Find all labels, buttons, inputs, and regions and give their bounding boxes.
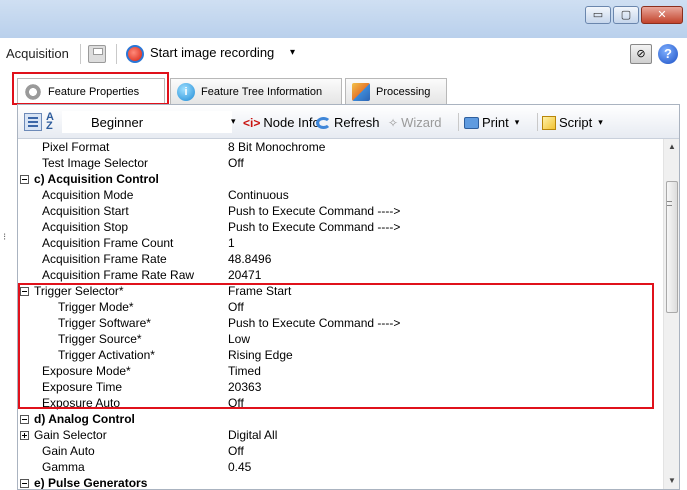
property-row[interactable]: Acquisition Mode Continuous [18,187,663,203]
highlight-box [18,283,654,409]
camera-settings-icon[interactable]: ⊘ [630,44,652,64]
category-row[interactable]: d) Analog Control [18,411,663,427]
refresh-button[interactable]: Refresh [316,115,380,130]
print-label: Print [482,115,509,130]
save-icon[interactable] [88,45,106,63]
expand-icon[interactable] [20,431,29,440]
highlight-box [12,72,169,105]
left-edge [0,70,5,490]
vertical-scrollbar[interactable]: ▲ ▼ [663,139,679,489]
property-value[interactable]: Push to Execute Command ----> [227,203,663,219]
script-button[interactable]: Script ▾ [542,115,603,130]
wizard-icon: ✧ [388,115,399,130]
toolbar-separator [537,113,538,131]
property-name: Test Image Selector [42,156,149,170]
property-name: Gain Selector [34,428,107,442]
print-button[interactable]: Print ▾ [464,115,519,130]
property-row[interactable]: Acquisition Frame Count 1 [18,235,663,251]
category-label: c) Acquisition Control [34,172,159,186]
category-label: e) Pulse Generators [34,476,148,489]
property-row[interactable]: Test Image Selector Off [18,155,663,171]
toolbar-separator [116,44,117,64]
info-icon: i [177,82,195,101]
property-row[interactable]: Acquisition Stop Push to Execute Command … [18,219,663,235]
property-value[interactable]: 48.8496 [227,251,663,267]
property-value[interactable]: Push to Execute Command ----> [227,219,663,235]
categorized-view-icon[interactable] [24,113,42,131]
chevron-down-icon[interactable]: ▾ [231,116,236,127]
maximize-button[interactable]: ▢ [613,6,639,24]
sort-alphabetical-icon[interactable]: A Z [46,112,54,132]
property-name: Acquisition Frame Rate Raw [42,268,195,282]
node-info-label: Node Info [263,115,320,130]
tab-processing[interactable]: Processing [345,78,447,104]
node-info-icon: <i> [243,115,261,130]
visibility-level-select[interactable]: Beginner [62,111,232,133]
property-value[interactable]: Continuous [227,187,663,203]
property-name: Gain Auto [42,444,95,458]
record-icon[interactable] [126,45,144,63]
wizard-label: Wizard [401,115,442,130]
acquisition-menu[interactable]: Acquisition [6,46,69,61]
refresh-icon [316,116,331,129]
start-recording-button[interactable]: Start image recording [150,45,274,60]
main-toolbar: Acquisition Start image recording ▾ ⊘ ? [0,38,687,70]
collapse-icon[interactable] [20,175,29,184]
window-titlebar: ▭ ▢ ✕ [0,0,687,38]
chevron-down-icon[interactable]: ▾ [598,117,603,128]
property-name: Acquisition Start [42,204,129,218]
property-value[interactable]: Digital All [227,427,663,443]
wizard-button: ✧ Wizard [388,115,442,130]
tab-label: Processing [376,85,431,98]
category-row[interactable]: e) Pulse Generators [18,475,663,489]
property-row[interactable]: Acquisition Frame Rate 48.8496 [18,251,663,267]
property-name: Pixel Format [42,140,110,154]
property-name: Acquisition Mode [42,188,134,202]
property-row[interactable]: Acquisition Frame Rate Raw 20471 [18,267,663,283]
scroll-up-icon[interactable]: ▲ [664,139,680,155]
tab-feature-tree-information[interactable]: i Feature Tree Information [170,78,342,104]
refresh-label: Refresh [334,115,380,130]
category-row[interactable]: c) Acquisition Control [18,171,663,187]
property-value[interactable]: 8 Bit Monochrome [227,139,663,155]
help-icon[interactable]: ? [658,44,678,64]
collapse-icon[interactable] [20,479,29,488]
property-row[interactable]: Gain Selector Digital All [18,427,663,443]
property-name: Acquisition Frame Rate [42,252,167,266]
category-label: d) Analog Control [34,412,135,426]
property-row[interactable]: Pixel Format 8 Bit Monochrome [18,139,663,155]
chevron-down-icon[interactable]: ▾ [515,117,520,128]
property-name: Acquisition Frame Count [42,236,174,250]
property-value[interactable]: Off [227,155,663,171]
chevron-down-icon[interactable]: ▾ [290,47,295,58]
toolbar-separator [458,113,459,131]
scroll-down-icon[interactable]: ▼ [664,473,680,489]
property-row[interactable]: Gamma 0.45 [18,459,663,475]
print-icon [464,116,479,129]
property-name: Gamma [42,460,85,474]
close-button[interactable]: ✕ [641,6,683,24]
script-label: Script [559,115,593,130]
toolbar-separator [80,44,81,64]
tab-label: Feature Tree Information [201,85,323,98]
property-value[interactable]: 1 [227,235,663,251]
property-value[interactable]: Off [227,443,663,459]
property-row[interactable]: Gain Auto Off [18,443,663,459]
splitter-handle[interactable]: ⁝ [3,232,6,243]
feature-toolbar: A Z Beginner ▾ <i> Node Info Refresh ✧ W… [18,105,679,139]
collapse-icon[interactable] [20,415,29,424]
property-name: Acquisition Stop [42,220,129,234]
node-info-button[interactable]: <i> Node Info [243,115,320,130]
script-icon [542,115,556,130]
property-row[interactable]: Acquisition Start Push to Execute Command… [18,203,663,219]
property-value[interactable]: 0.45 [227,459,663,475]
scroll-grip [667,201,672,206]
window-controls: ▭ ▢ ✕ [585,6,683,24]
minimize-button[interactable]: ▭ [585,6,611,24]
property-value[interactable]: 20471 [227,267,663,283]
chart-icon [352,82,370,101]
